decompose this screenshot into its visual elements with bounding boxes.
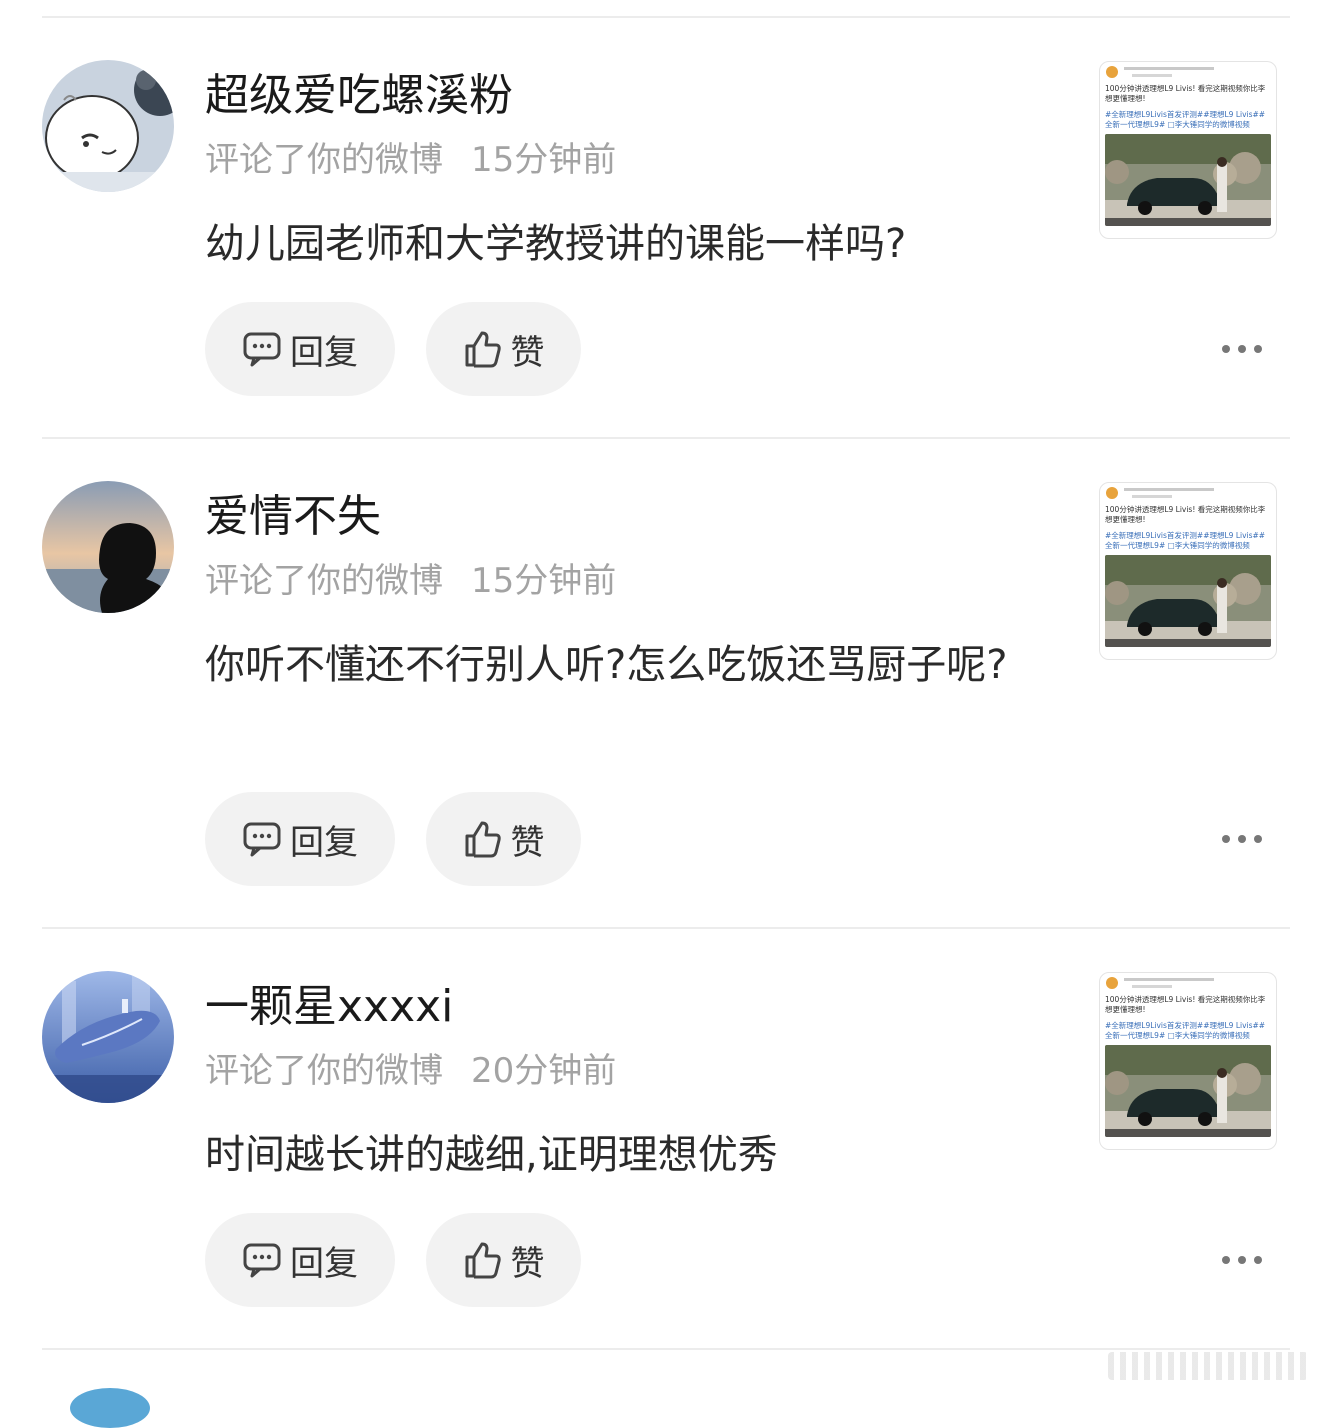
comment-meta: 评论了你的微博 15分钟前	[205, 559, 616, 603]
avatar[interactable]	[42, 971, 174, 1103]
comment-bubble-icon	[243, 822, 281, 857]
top-divider	[42, 16, 1290, 18]
thumbnail-tags: #全新理想L9Livis首发评测##理想L9 Livis##全新一代理想L9# …	[1105, 110, 1266, 129]
car-video-frame	[1105, 1045, 1271, 1137]
more-options-icon[interactable]	[1222, 343, 1262, 355]
thumbs-up-icon	[465, 331, 501, 368]
thumbnail-caption: 100分钟讲透理想L9 Livis! 看完这期视频你比李想更懂理想!	[1105, 84, 1266, 103]
thumbnail-tags: #全新理想L9Livis首发评测##理想L9 Livis##全新一代理想L9# …	[1105, 1021, 1266, 1040]
action-text: 评论了你的微博	[205, 1051, 443, 1091]
comment-text: 幼儿园老师和大学教授讲的课能一样吗?	[205, 221, 907, 267]
username[interactable]: 爱情不失	[205, 489, 381, 545]
avatar[interactable]	[42, 60, 174, 192]
reply-label: 回复	[290, 1243, 358, 1284]
reply-button[interactable]: 回复	[205, 302, 395, 396]
reply-label: 回复	[290, 332, 358, 373]
weibo-post-thumbnail[interactable]: 100分钟讲透理想L9 Livis! 看完这期视频你比李想更懂理想! #全新理想…	[1099, 972, 1277, 1150]
timestamp: 15分钟前	[471, 140, 617, 180]
action-text: 评论了你的微博	[205, 561, 443, 601]
car-video-frame	[1105, 134, 1271, 226]
like-label: 赞	[510, 1243, 545, 1284]
comment-divider	[42, 1348, 1290, 1350]
username[interactable]: 一颗星xxxxi	[205, 979, 453, 1035]
timestamp: 15分钟前	[471, 561, 617, 601]
silhouette-portrait-avatar-icon	[42, 481, 174, 613]
like-button[interactable]: 赞	[426, 1213, 581, 1307]
thumbnail-caption: 100分钟讲透理想L9 Livis! 看完这期视频你比李想更懂理想!	[1105, 995, 1266, 1014]
comment-bubble-icon	[243, 332, 281, 367]
like-button[interactable]: 赞	[426, 792, 581, 886]
thumbs-up-icon	[465, 1242, 501, 1279]
car-video-frame	[1105, 555, 1271, 647]
comment-text: 时间越长讲的越细,证明理想优秀	[205, 1132, 778, 1178]
username[interactable]: 超级爱吃螺溪粉	[205, 68, 513, 124]
thumbnail-header	[1100, 62, 1276, 84]
thumbnail-header	[1100, 973, 1276, 995]
like-label: 赞	[510, 332, 545, 373]
thumbnail-tags: #全新理想L9Livis首发评测##理想L9 Livis##全新一代理想L9# …	[1105, 531, 1266, 550]
cartoon-face-avatar-icon	[42, 60, 174, 192]
like-button[interactable]: 赞	[426, 302, 581, 396]
thumbnail-header	[1100, 483, 1276, 505]
whale-illustration-avatar-icon	[42, 971, 174, 1103]
comment-divider	[42, 927, 1290, 929]
thumbnail-caption: 100分钟讲透理想L9 Livis! 看完这期视频你比李想更懂理想!	[1105, 505, 1266, 524]
avatar[interactable]	[42, 481, 174, 613]
comment-meta: 评论了你的微博 20分钟前	[205, 1049, 616, 1093]
reply-label: 回复	[290, 822, 358, 863]
weibo-post-thumbnail[interactable]: 100分钟讲透理想L9 Livis! 看完这期视频你比李想更懂理想! #全新理想…	[1099, 482, 1277, 660]
more-options-icon[interactable]	[1222, 1254, 1262, 1266]
thumbs-up-icon	[465, 821, 501, 858]
reply-button[interactable]: 回复	[205, 1213, 395, 1307]
avatar[interactable]	[70, 1388, 150, 1428]
comment-text: 你听不懂还不行别人听?怎么吃饭还骂厨子呢?	[205, 642, 1008, 688]
timestamp: 20分钟前	[471, 1051, 617, 1091]
action-text: 评论了你的微博	[205, 140, 443, 180]
weibo-post-thumbnail[interactable]: 100分钟讲透理想L9 Livis! 看完这期视频你比李想更懂理想! #全新理想…	[1099, 61, 1277, 239]
more-options-icon[interactable]	[1222, 833, 1262, 845]
like-label: 赞	[510, 822, 545, 863]
reply-button[interactable]: 回复	[205, 792, 395, 886]
comment-bubble-icon	[243, 1243, 281, 1278]
scroll-indicator	[1108, 1352, 1308, 1380]
comment-divider	[42, 437, 1290, 439]
comment-meta: 评论了你的微博 15分钟前	[205, 138, 616, 182]
